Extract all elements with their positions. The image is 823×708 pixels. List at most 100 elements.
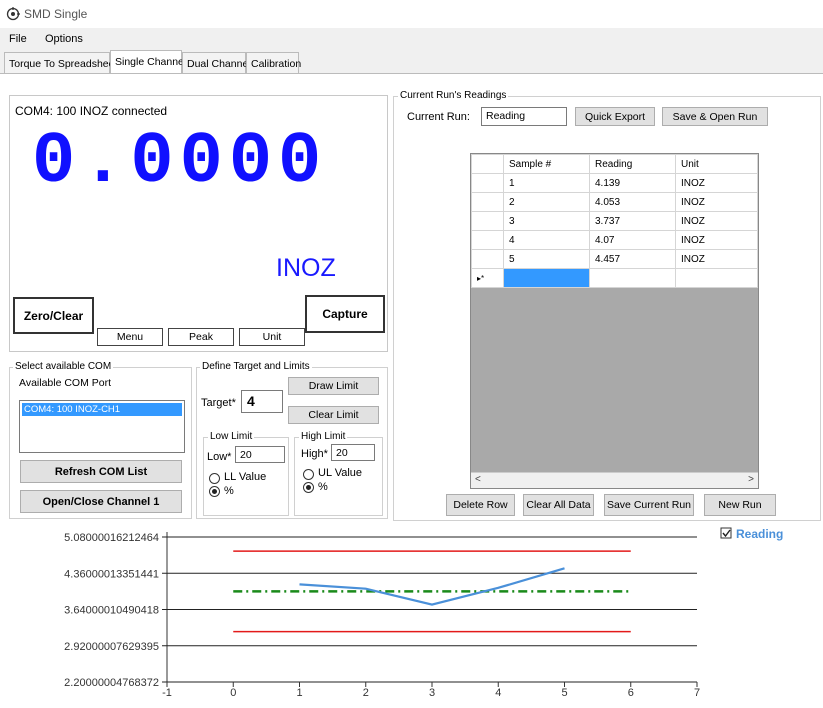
low-limit-label: Low Limit <box>208 431 255 442</box>
cell-unit[interactable]: INOZ <box>675 249 758 269</box>
col-header-sample[interactable]: Sample # <box>503 154 590 174</box>
new-row[interactable]: ▸* <box>471 268 758 288</box>
cell-new-unit[interactable] <box>675 268 758 288</box>
open-close-channel-button[interactable]: Open/Close Channel 1 <box>20 490 182 513</box>
target-group: Define Target and Limits Target* 4 Draw … <box>196 361 388 519</box>
com-port-list[interactable]: COM4: 100 INOZ-CH1 <box>19 400 185 453</box>
cell-reading[interactable]: 4.07 <box>589 230 676 250</box>
high-field-label: High* <box>301 448 328 460</box>
cell-sample[interactable]: 3 <box>503 211 590 231</box>
y-tick-label: 5.08000016212464 <box>64 532 159 544</box>
x-tick-label: -1 <box>162 687 172 699</box>
unit-display: INOZ <box>276 254 336 282</box>
cell-sample[interactable]: 5 <box>503 249 590 269</box>
grid-horizontal-scrollbar[interactable]: < > <box>471 472 758 488</box>
cell-reading[interactable]: 4.053 <box>589 192 676 212</box>
readout-panel: COM4: 100 INOZ connected 0.0000 INOZ Zer… <box>9 95 388 352</box>
table-row[interactable]: 2 4.053 INOZ <box>471 192 758 212</box>
scroll-right-icon[interactable]: > <box>748 474 754 485</box>
current-run-label: Current Run: <box>407 111 470 123</box>
tab-calibration[interactable]: Calibration <box>246 52 301 74</box>
ll-percent-radio[interactable] <box>209 486 220 497</box>
high-limit-label: High Limit <box>299 431 348 442</box>
readings-grid[interactable]: Sample # Reading Unit 1 4.139 INOZ 2 4.053 I… <box>470 153 759 489</box>
current-run-group-label: Current Run's Readings <box>398 90 509 101</box>
com-group: Select available COM Available COM Port … <box>9 361 192 519</box>
x-tick-label: 7 <box>694 687 700 699</box>
refresh-com-button[interactable]: Refresh COM List <box>20 460 182 483</box>
cell-unit[interactable]: INOZ <box>675 173 758 193</box>
current-run-group: Current Run's Readings Current Run: Read… <box>393 90 821 521</box>
cell-reading[interactable]: 4.139 <box>589 173 676 193</box>
readings-chart: 5.08000016212464 4.36000013351441 3.640000… <box>64 527 783 699</box>
delete-row-button[interactable]: Delete Row <box>446 494 515 516</box>
row-header[interactable] <box>471 173 504 193</box>
ul-percent-radio[interactable] <box>303 482 314 493</box>
x-tick-label: 1 <box>296 687 302 699</box>
save-current-run-button[interactable]: Save Current Run <box>604 494 694 516</box>
cell-reading[interactable]: 3.737 <box>589 211 676 231</box>
reading-display: 0.0000 <box>32 121 328 203</box>
ll-value-radio[interactable] <box>209 473 220 484</box>
cell-sample[interactable]: 2 <box>503 192 590 212</box>
tab-dual-channel[interactable]: Dual Channel <box>182 52 251 74</box>
unit-button[interactable]: Unit <box>239 328 305 346</box>
y-tick-label: 3.64000010490418 <box>64 605 159 617</box>
row-header[interactable] <box>471 249 504 269</box>
ul-value-radio[interactable] <box>303 469 314 480</box>
capture-button[interactable]: Capture <box>305 295 385 333</box>
row-header[interactable] <box>471 192 504 212</box>
menu-file[interactable]: File <box>9 33 27 45</box>
cell-new-sample[interactable] <box>503 268 590 288</box>
save-open-run-button[interactable]: Save & Open Run <box>662 107 768 126</box>
new-run-button[interactable]: New Run <box>704 494 776 516</box>
connection-status: COM4: 100 INOZ connected <box>15 104 168 118</box>
table-row[interactable]: 3 3.737 INOZ <box>471 211 758 231</box>
com-group-label: Select available COM <box>13 361 114 372</box>
ll-percent-label: % <box>224 485 234 497</box>
cell-reading[interactable]: 4.457 <box>589 249 676 269</box>
table-row[interactable]: 4 4.07 INOZ <box>471 230 758 250</box>
cell-unit[interactable]: INOZ <box>675 192 758 212</box>
draw-limit-button[interactable]: Draw Limit <box>288 377 379 395</box>
window-title: SMD Single <box>24 7 88 21</box>
menu-options[interactable]: Options <box>45 33 83 45</box>
col-header-unit[interactable]: Unit <box>675 154 758 174</box>
cell-unit[interactable]: INOZ <box>675 230 758 250</box>
clear-all-data-button[interactable]: Clear All Data <box>523 494 594 516</box>
table-row[interactable]: 1 4.139 INOZ <box>471 173 758 193</box>
scroll-left-icon[interactable]: < <box>475 474 481 485</box>
tab-torque-to-spreadsheet[interactable]: Torque To Spreadsheet <box>4 52 117 74</box>
cell-unit[interactable]: INOZ <box>675 211 758 231</box>
title-bar: SMD Single <box>0 0 823 28</box>
clear-limit-button[interactable]: Clear Limit <box>288 406 379 424</box>
x-tick-label: 0 <box>230 687 236 699</box>
current-run-input[interactable]: Reading <box>481 107 567 126</box>
menu-bar: File Options <box>0 30 823 50</box>
quick-export-button[interactable]: Quick Export <box>575 107 655 126</box>
cell-sample[interactable]: 4 <box>503 230 590 250</box>
zero-clear-button[interactable]: Zero/Clear <box>13 297 94 334</box>
com-port-item[interactable]: COM4: 100 INOZ-CH1 <box>22 403 182 416</box>
low-limit-input[interactable]: 20 <box>235 446 285 463</box>
menu-button[interactable]: Menu <box>97 328 163 346</box>
x-tick-label: 2 <box>363 687 369 699</box>
x-tick-label: 6 <box>628 687 634 699</box>
row-header[interactable] <box>471 211 504 231</box>
series-line-reading <box>299 567 565 606</box>
col-header-reading[interactable]: Reading <box>589 154 676 174</box>
cell-new-reading[interactable] <box>589 268 676 288</box>
legend-label: Reading <box>736 527 783 541</box>
peak-button[interactable]: Peak <box>168 328 234 346</box>
y-tick-label: 4.36000013351441 <box>64 568 159 580</box>
target-label: Target* <box>201 397 236 409</box>
tab-single-channel[interactable]: Single Channel <box>110 50 186 75</box>
table-row[interactable]: 5 4.457 INOZ <box>471 249 758 269</box>
target-input[interactable]: 4 <box>241 390 283 413</box>
cell-sample[interactable]: 1 <box>503 173 590 193</box>
x-tick-label: 4 <box>495 687 501 699</box>
com-port-label: Available COM Port <box>19 377 112 389</box>
readings-table: Sample # Reading Unit 1 4.139 INOZ 2 4.053 I… <box>471 154 758 288</box>
high-limit-input[interactable]: 20 <box>331 444 375 461</box>
row-header[interactable] <box>471 230 504 250</box>
